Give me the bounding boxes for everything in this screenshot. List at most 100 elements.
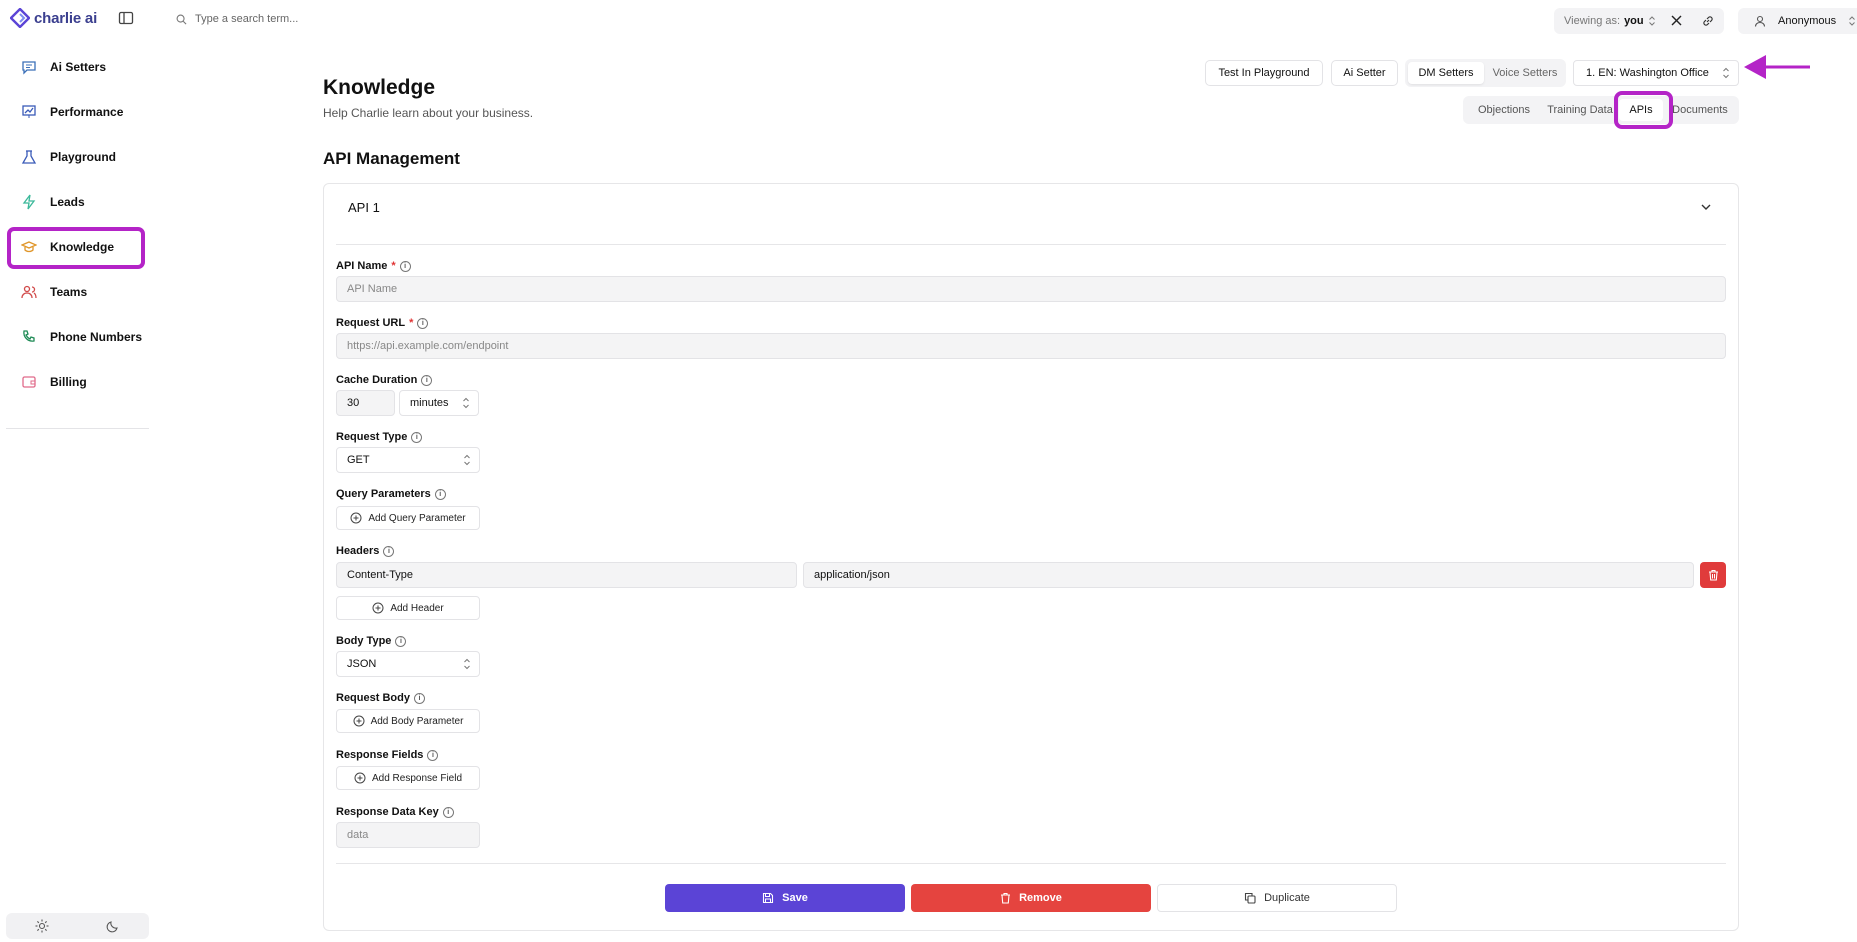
knowledge-highlight-box: [7, 227, 145, 269]
chat-bubble-icon: [20, 58, 38, 76]
sidebar-item-phone-numbers[interactable]: Phone Numbers: [10, 319, 145, 355]
body-type-select[interactable]: JSON: [336, 651, 480, 677]
header-value-input[interactable]: application/json: [803, 562, 1694, 588]
sidebar-item-label: Performance: [50, 105, 124, 119]
apis-highlight-box: [1614, 91, 1673, 129]
link-icon[interactable]: [1702, 15, 1714, 27]
request-url-input[interactable]: https://api.example.com/endpoint: [336, 333, 1726, 359]
plus-circle-icon: [353, 715, 365, 727]
request-type-select[interactable]: GET: [336, 447, 480, 473]
remove-label: Remove: [1019, 892, 1062, 904]
tab-training-data[interactable]: Training Data: [1543, 99, 1617, 121]
info-icon[interactable]: i: [383, 545, 395, 557]
response-data-key-label-text: Response Data Key: [336, 806, 439, 818]
request-url-label-text: Request URL: [336, 317, 406, 329]
viewing-as-label: Viewing as:: [1564, 15, 1621, 27]
add-header-label: Add Header: [390, 602, 444, 614]
knowledge-tabs: Objections Training Data APIs Documents: [1463, 96, 1739, 124]
add-body-parameter-button[interactable]: Add Body Parameter: [336, 709, 480, 733]
dm-setters-tab[interactable]: DM Setters: [1408, 62, 1484, 84]
add-body-parameter-label: Add Body Parameter: [370, 715, 464, 727]
arrow-left-icon: [1744, 53, 1812, 81]
body-type-value: JSON: [347, 658, 377, 670]
sidebar-item-leads[interactable]: Leads: [10, 184, 145, 220]
info-icon[interactable]: i: [399, 260, 411, 272]
tab-objections[interactable]: Objections: [1471, 99, 1537, 121]
chevron-updown-icon: [463, 658, 471, 670]
add-query-parameter-button[interactable]: Add Query Parameter: [336, 506, 480, 530]
sidebar-toggle-icon[interactable]: [118, 10, 134, 26]
request-url-label: Request URL * i: [336, 317, 429, 329]
sidebar-item-billing[interactable]: Billing: [10, 364, 145, 400]
chevron-updown-icon: [462, 397, 470, 409]
close-icon[interactable]: [1671, 15, 1682, 26]
voice-setters-tab[interactable]: Voice Setters: [1487, 62, 1563, 84]
api-name-input[interactable]: API Name: [336, 276, 1726, 302]
save-label: Save: [782, 892, 808, 904]
flask-icon: [20, 148, 38, 166]
required-asterisk: *: [391, 260, 396, 272]
query-parameters-label: Query Parameters i: [336, 488, 446, 500]
trash-icon: [1000, 892, 1011, 904]
request-type-label: Request Type i: [336, 431, 423, 443]
info-icon[interactable]: i: [442, 806, 454, 818]
user-menu[interactable]: Anonymous: [1738, 8, 1857, 34]
logo[interactable]: charlie ai: [10, 8, 97, 28]
add-response-field-button[interactable]: Add Response Field: [336, 766, 480, 790]
page-title: Knowledge: [323, 76, 436, 99]
cache-duration-input[interactable]: 30: [336, 390, 395, 416]
response-fields-label: Response Fields i: [336, 749, 439, 761]
wallet-icon: [20, 373, 38, 391]
add-response-field-label: Add Response Field: [371, 772, 463, 784]
sidebar: charlie ai Ai Setters Performance Playgr…: [0, 0, 150, 942]
chevron-down-icon[interactable]: [1700, 202, 1712, 212]
plus-circle-icon: [354, 772, 366, 784]
moon-icon[interactable]: [106, 919, 120, 933]
info-icon[interactable]: i: [413, 692, 425, 704]
info-icon[interactable]: i: [421, 374, 433, 386]
cache-unit-select[interactable]: minutes: [399, 390, 479, 416]
ai-setter-button[interactable]: Ai Setter: [1331, 60, 1398, 86]
tab-documents[interactable]: Documents: [1667, 99, 1733, 121]
delete-header-button[interactable]: [1700, 562, 1726, 588]
sidebar-item-label: Leads: [50, 195, 85, 209]
search-bar[interactable]: Type a search term...: [176, 13, 298, 25]
sidebar-item-performance[interactable]: Performance: [10, 94, 145, 130]
add-header-button[interactable]: Add Header: [336, 596, 480, 620]
sidebar-divider: [6, 428, 149, 429]
sidebar-item-playground[interactable]: Playground: [10, 139, 145, 175]
response-data-key-input[interactable]: data: [336, 822, 480, 848]
sidebar-item-ai-setters[interactable]: Ai Setters: [10, 49, 145, 85]
logo-text: charlie ai: [34, 9, 98, 27]
info-icon[interactable]: i: [434, 488, 446, 500]
add-query-parameter-label: Add Query Parameter: [368, 512, 466, 524]
location-select[interactable]: 1. EN: Washington Office: [1573, 60, 1739, 86]
sun-icon[interactable]: [35, 919, 49, 933]
query-parameters-label-text: Query Parameters: [336, 488, 431, 500]
save-button[interactable]: Save: [665, 884, 905, 912]
sidebar-item-teams[interactable]: Teams: [10, 274, 145, 310]
setter-type-toggle: DM Setters Voice Setters: [1405, 59, 1566, 87]
request-type-value: GET: [347, 454, 370, 466]
api-card-title[interactable]: API 1: [348, 200, 380, 215]
theme-switcher: [6, 913, 149, 939]
viewing-as-select[interactable]: Viewing as: you: [1554, 8, 1724, 34]
info-icon[interactable]: i: [395, 635, 407, 647]
search-input[interactable]: Type a search term...: [195, 13, 298, 25]
sidebar-item-label: Ai Setters: [50, 60, 107, 74]
remove-button[interactable]: Remove: [911, 884, 1151, 912]
search-icon: [176, 14, 187, 25]
headers-label: Headers i: [336, 545, 395, 557]
body-type-label: Body Type i: [336, 635, 407, 647]
info-icon[interactable]: i: [427, 749, 439, 761]
viewing-as-value: you: [1624, 15, 1644, 27]
info-icon[interactable]: i: [417, 317, 429, 329]
sidebar-item-label: Billing: [50, 375, 87, 389]
page-subtitle: Help Charlie learn about your business.: [323, 106, 534, 120]
test-in-playground-button[interactable]: Test In Playground: [1205, 60, 1323, 86]
header-key-input[interactable]: Content-Type: [336, 562, 797, 588]
info-icon[interactable]: i: [411, 431, 423, 443]
headers-label-text: Headers: [336, 545, 380, 557]
request-body-label-text: Request Body: [336, 692, 410, 704]
duplicate-button[interactable]: Duplicate: [1157, 884, 1397, 912]
